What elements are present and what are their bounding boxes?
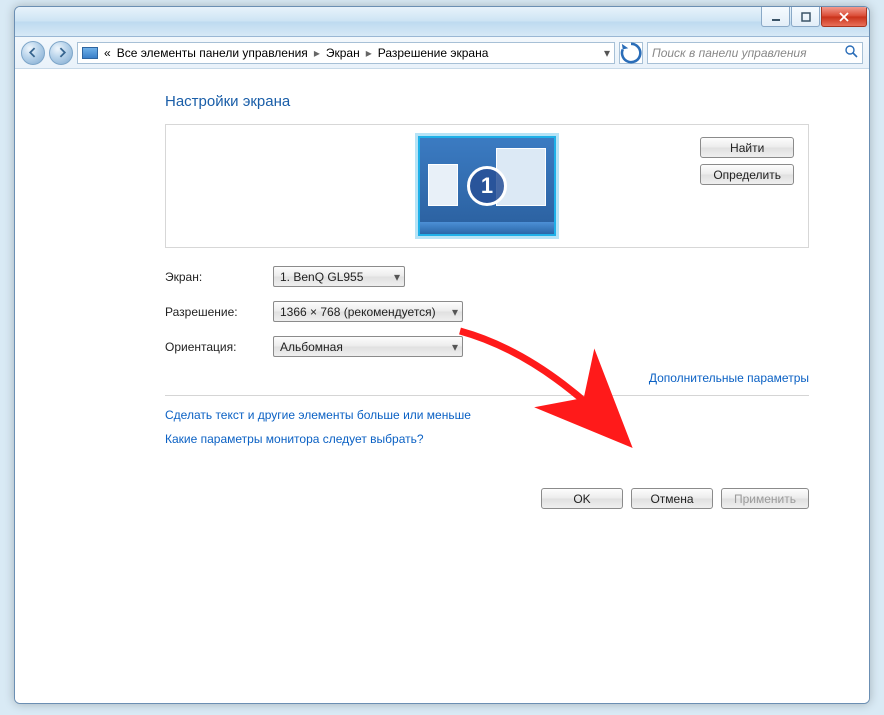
advanced-settings-link[interactable]: Дополнительные параметры xyxy=(649,371,809,385)
divider xyxy=(165,395,809,396)
toolbar: « Все элементы панели управления ▸ Экран… xyxy=(15,37,869,69)
detect-button[interactable]: Определить xyxy=(700,164,794,185)
search-placeholder: Поиск в панели управления xyxy=(652,46,807,60)
forward-button[interactable] xyxy=(49,41,73,65)
address-bar[interactable]: « Все элементы панели управления ▸ Экран… xyxy=(77,42,615,64)
orientation-select[interactable]: Альбомная ▾ xyxy=(273,336,463,357)
search-icon xyxy=(845,45,858,61)
screen-select-value: 1. BenQ GL955 xyxy=(280,270,363,284)
display-preview-box: 1 Найти Определить xyxy=(165,124,809,248)
chevron-right-icon: ▸ xyxy=(314,46,320,60)
monitor-taskbar xyxy=(420,222,554,234)
page-title: Настройки экрана xyxy=(165,93,809,110)
resolution-select[interactable]: 1366 × 768 (рекомендуется) ▾ xyxy=(273,301,463,322)
resolution-label: Разрешение: xyxy=(165,305,273,319)
chevron-down-icon: ▾ xyxy=(452,340,458,354)
breadcrumb-seg-3[interactable]: Разрешение экрана xyxy=(378,46,489,60)
cancel-button[interactable]: Отмена xyxy=(631,488,713,509)
close-button[interactable] xyxy=(821,7,867,27)
apply-button[interactable]: Применить xyxy=(721,488,809,509)
refresh-button[interactable] xyxy=(619,42,643,64)
titlebar xyxy=(15,7,869,37)
orientation-select-value: Альбомная xyxy=(280,340,343,354)
search-input[interactable]: Поиск в панели управления xyxy=(647,42,863,64)
monitor-number-badge: 1 xyxy=(467,166,507,206)
ok-button[interactable]: OK xyxy=(541,488,623,509)
orientation-label: Ориентация: xyxy=(165,340,273,354)
back-button[interactable] xyxy=(21,41,45,65)
breadcrumb-seg-1[interactable]: Все элементы панели управления xyxy=(117,46,308,60)
screen-select[interactable]: 1. BenQ GL955 ▾ xyxy=(273,266,405,287)
window: « Все элементы панели управления ▸ Экран… xyxy=(14,6,870,704)
scale-link[interactable]: Сделать текст и другие элементы больше и… xyxy=(165,408,809,422)
chevron-down-icon: ▾ xyxy=(394,270,400,284)
monitor-thumbnail[interactable]: 1 xyxy=(418,136,556,236)
which-monitor-link[interactable]: Какие параметры монитора следует выбрать… xyxy=(165,432,809,446)
screen-label: Экран: xyxy=(165,270,273,284)
resolution-select-value: 1366 × 768 (рекомендуется) xyxy=(280,305,436,319)
breadcrumb-seg-2[interactable]: Экран xyxy=(326,46,360,60)
chevron-right-icon: ▸ xyxy=(366,46,372,60)
breadcrumb-prefix: « xyxy=(104,46,111,60)
address-dropdown-icon[interactable]: ▾ xyxy=(604,46,610,60)
chevron-down-icon: ▾ xyxy=(452,305,458,319)
content: Настройки экрана 1 Найти Определить Экра… xyxy=(15,69,869,703)
find-button[interactable]: Найти xyxy=(700,137,794,158)
maximize-button[interactable] xyxy=(791,7,820,27)
control-panel-icon xyxy=(82,47,98,59)
minimize-button[interactable] xyxy=(761,7,790,27)
